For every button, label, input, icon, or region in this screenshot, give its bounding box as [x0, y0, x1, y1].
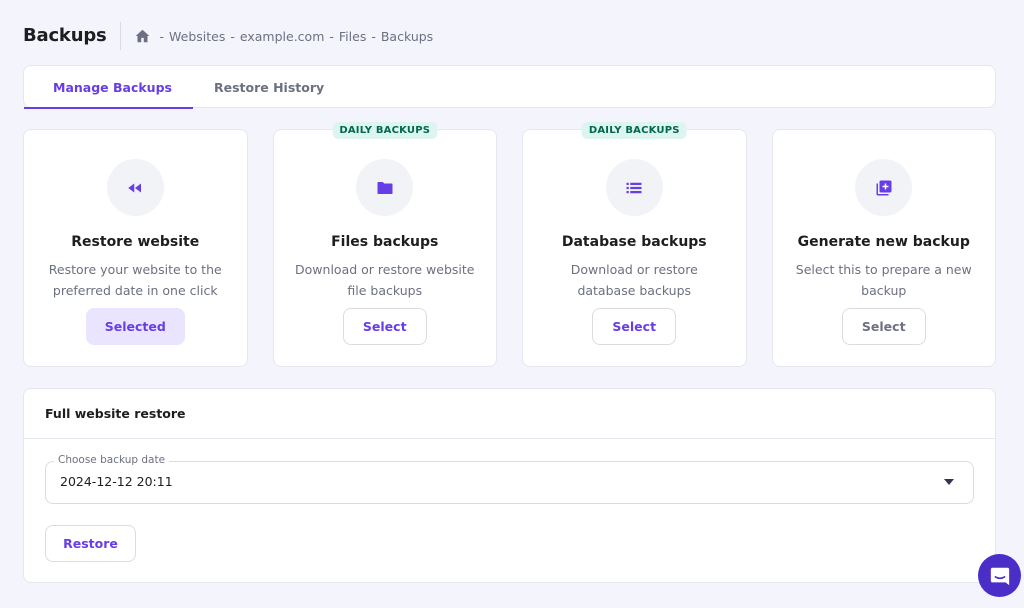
home-icon[interactable] — [135, 29, 150, 43]
breadcrumb-separator: - — [230, 28, 235, 44]
card-title: Generate new backup — [797, 234, 970, 250]
page-title: Backups — [23, 22, 121, 50]
generate-backup-select-button[interactable]: Select — [841, 308, 926, 345]
icon-container — [356, 159, 414, 216]
page-header: Backups - Websites - example.com - Files… — [23, 22, 433, 50]
card-generate-backup[interactable]: Generate new backup Select this to prepa… — [771, 129, 996, 367]
backup-options: Restore website Restore your website to … — [23, 122, 996, 367]
breadcrumb-separator: - — [159, 28, 165, 44]
breadcrumb-files[interactable]: Files — [339, 29, 366, 44]
daily-backups-badge: DAILY BACKUPS — [581, 122, 687, 139]
card-database-backups[interactable]: DAILY BACKUPS Database backups Download … — [522, 122, 747, 367]
card-files-backups[interactable]: DAILY BACKUPS Files backups Download or … — [272, 122, 497, 367]
card-title: Database backups — [561, 234, 707, 250]
backup-date-value: 2024-12-12 20:11 — [60, 474, 173, 489]
database-backups-select-button[interactable]: Select — [592, 308, 677, 345]
card-title: Files backups — [331, 234, 439, 250]
breadcrumb-separator: - — [371, 28, 376, 44]
card-description: Download or restore database backups — [570, 262, 698, 298]
breadcrumb-separator: - — [329, 28, 334, 44]
card-restore-website[interactable]: Restore website Restore your website to … — [23, 129, 248, 367]
list-icon — [626, 182, 642, 193]
tab-bar: Manage Backups Restore History — [23, 65, 996, 109]
icon-container — [855, 159, 913, 216]
chevron-down-icon[interactable] — [944, 479, 954, 485]
icon-container — [106, 159, 164, 216]
breadcrumb-websites[interactable]: Websites — [169, 29, 225, 44]
breadcrumb: - Websites - example.com - Files - Backu… — [135, 28, 434, 44]
card-description: Restore your website to the preferred da… — [48, 262, 222, 298]
backup-date-label: Choose backup date — [54, 454, 170, 466]
rewind-icon — [128, 183, 142, 192]
files-backups-select-button[interactable]: Select — [342, 308, 427, 345]
tab-manage-backups[interactable]: Manage Backups — [24, 66, 193, 109]
restore-button[interactable]: Restore — [45, 525, 136, 562]
folder-icon — [377, 181, 393, 194]
backup-date-select[interactable]: Choose backup date 2024-12-12 20:11 — [45, 454, 974, 504]
card-description: Select this to prepare a new backup — [795, 262, 972, 298]
icon-container — [605, 159, 663, 216]
daily-backups-badge: DAILY BACKUPS — [332, 122, 438, 139]
restore-website-selected-button[interactable]: Selected — [85, 308, 185, 345]
chat-button[interactable] — [978, 554, 1021, 597]
breadcrumb-backups: Backups — [380, 28, 434, 44]
tab-restore-history[interactable]: Restore History — [193, 66, 345, 108]
breadcrumb-domain[interactable]: example.com — [240, 29, 324, 44]
card-description: Download or restore website file backups — [295, 262, 475, 298]
full-restore-panel: Full website restore Choose backup date … — [23, 388, 996, 583]
card-title: Restore website — [71, 234, 200, 250]
add-library-icon — [876, 180, 892, 195]
chat-icon — [990, 567, 1009, 585]
panel-title: Full website restore — [24, 389, 995, 439]
